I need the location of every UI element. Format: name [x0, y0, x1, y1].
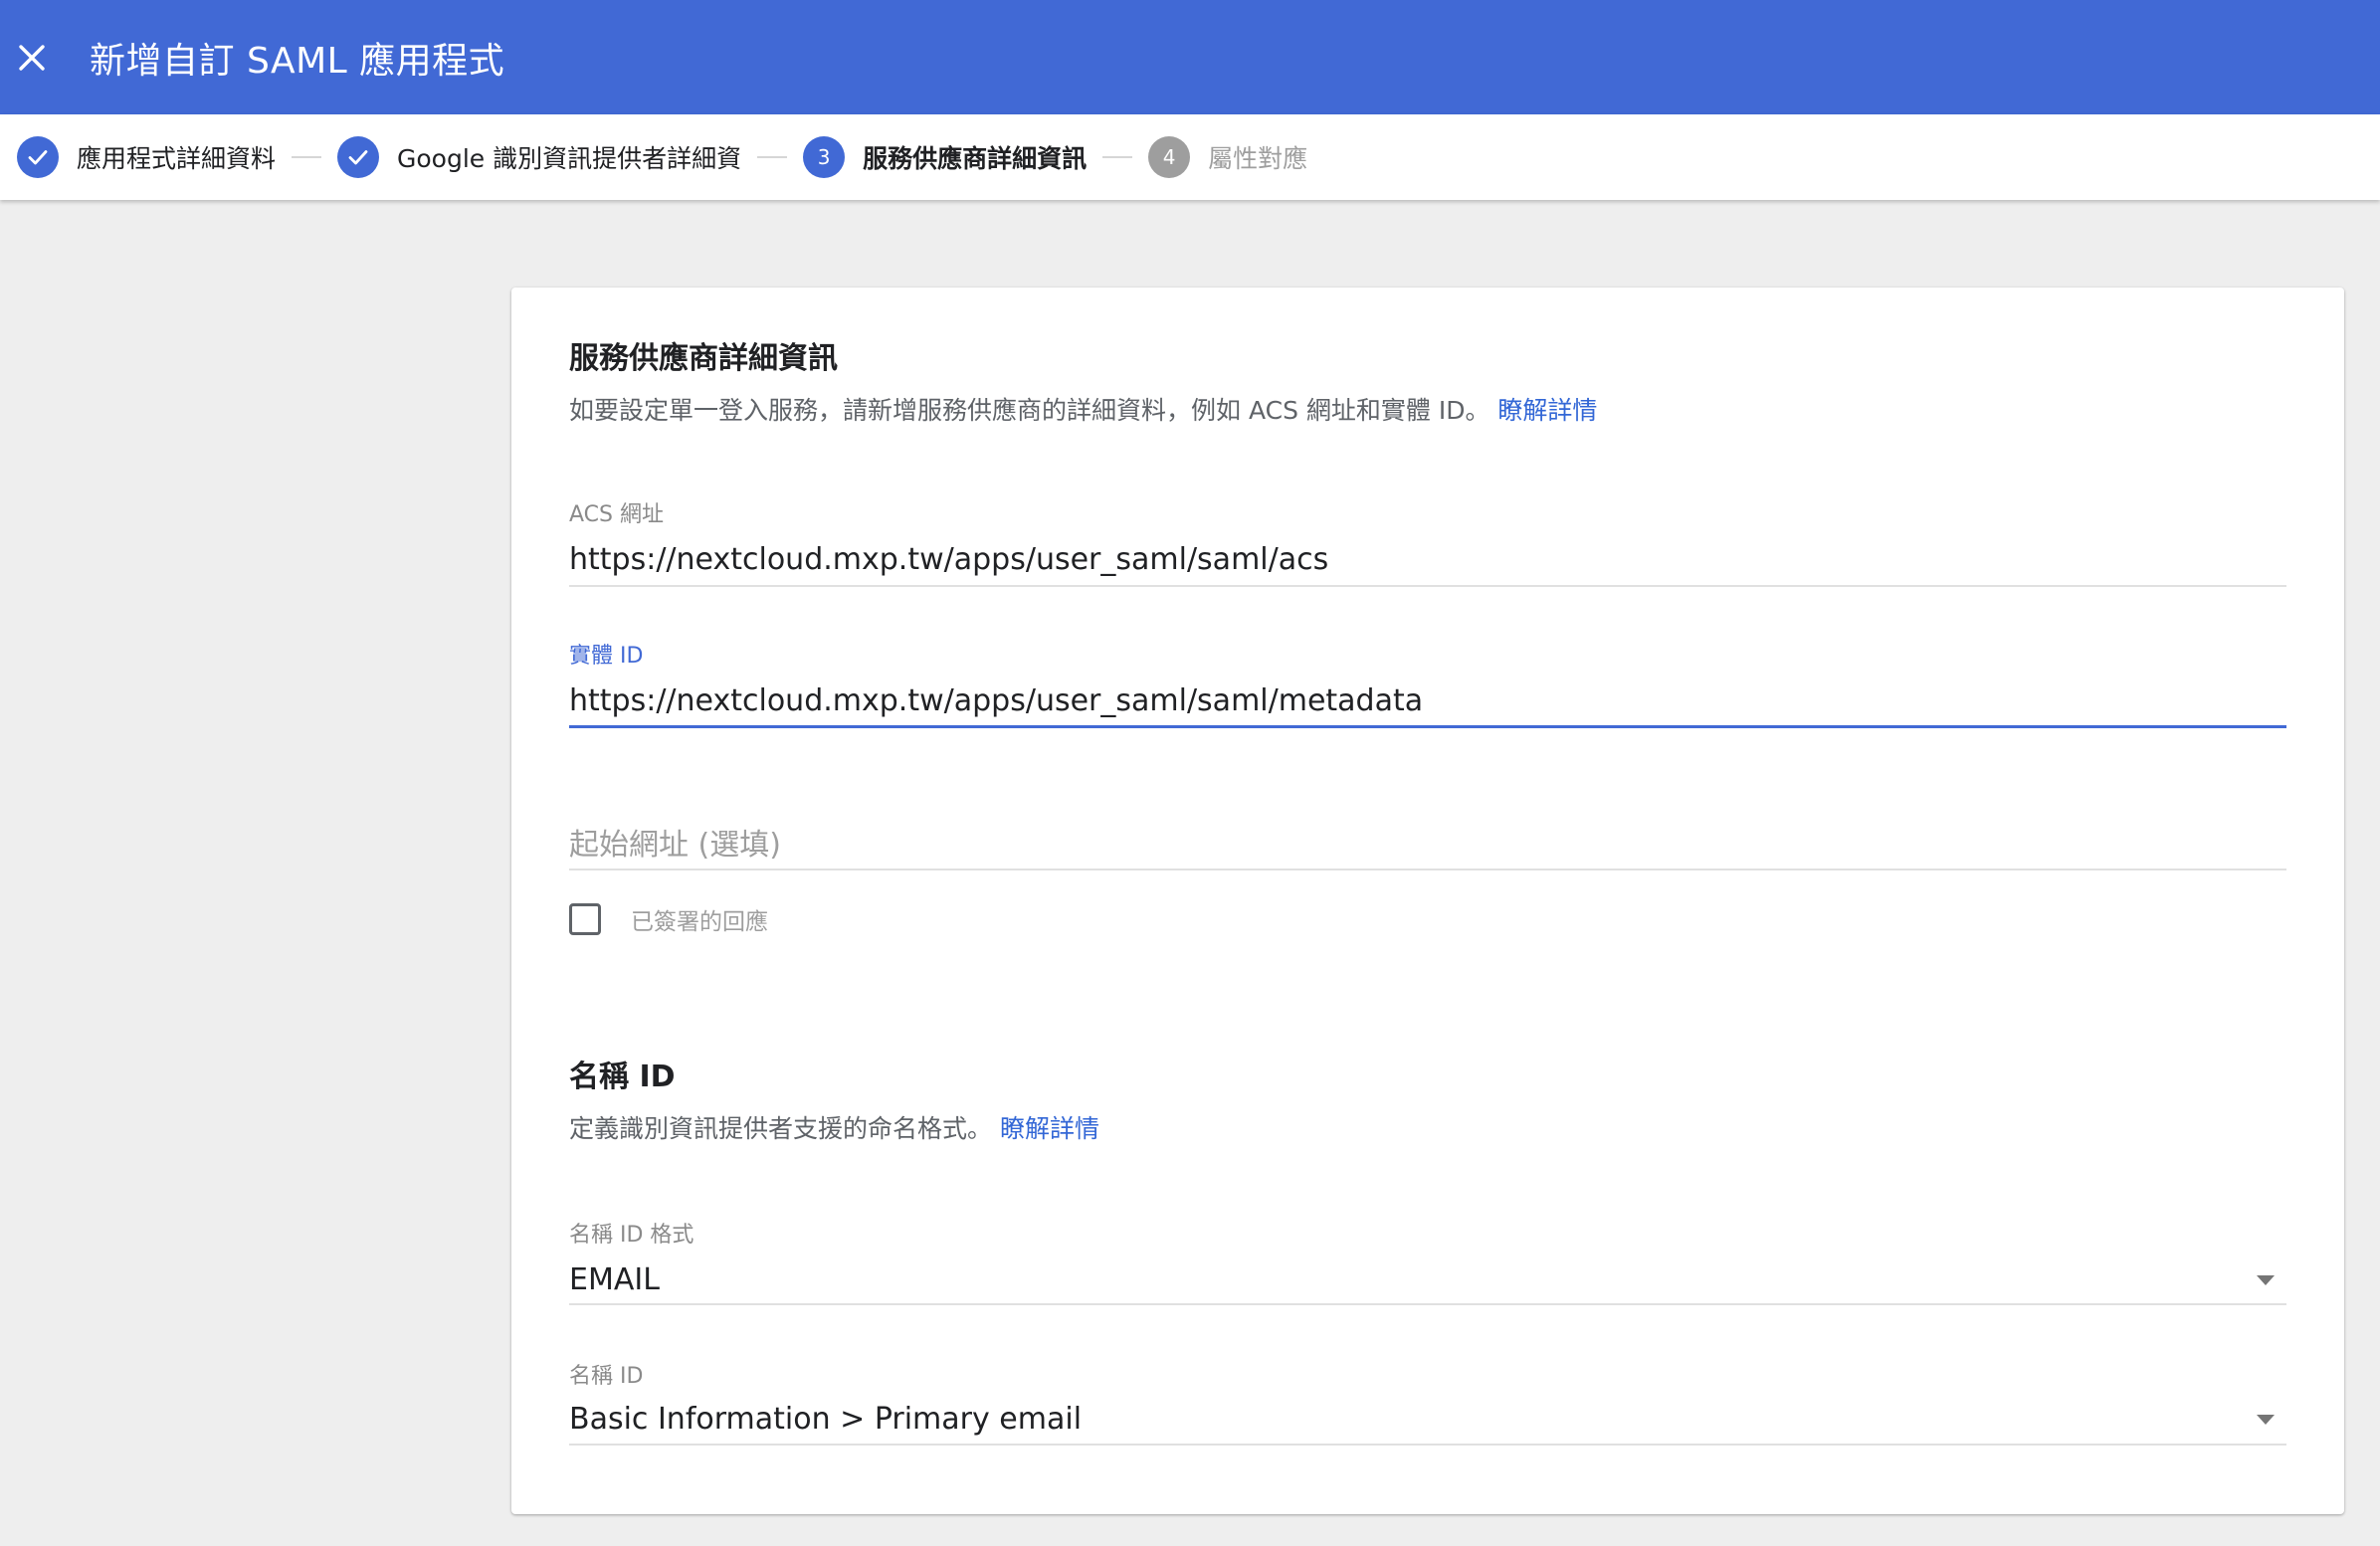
stepper: 應用程式詳細資料 Google 識別資訊提供者詳細資 3 服務供應商詳細資訊 4…	[0, 114, 2380, 200]
close-icon	[19, 44, 45, 71]
step-divider	[1102, 156, 1133, 158]
step-app-details[interactable]: 應用程式詳細資料	[17, 114, 276, 200]
acs-url-label: ACS 網址	[569, 502, 664, 527]
learn-more-link[interactable]: 瞭解詳情	[1497, 396, 1597, 425]
signed-response-checkbox[interactable]	[569, 903, 601, 935]
start-url-underline	[569, 869, 2286, 870]
step-label: 應用程式詳細資料	[77, 144, 277, 173]
step-label: Google 識別資訊提供者詳細資	[397, 144, 742, 173]
check-icon	[337, 136, 380, 178]
app-bar: 新增自訂 SAML 應用程式	[0, 0, 2380, 114]
name-id-select[interactable]: Basic Information > Primary email	[569, 1402, 2286, 1437]
name-id-value: Basic Information > Primary email	[569, 1402, 1083, 1437]
step-google-idp-details[interactable]: Google 識別資訊提供者詳細資	[337, 114, 741, 200]
description-text: 如要設定單一登入服務，請新增服務供應商的詳細資料，例如 ACS 網址和實體 ID…	[569, 396, 1490, 425]
entity-id-underline	[569, 725, 2286, 728]
name-id-format-underline	[569, 1303, 2286, 1305]
section-title-name-id: 名稱 ID	[569, 1060, 676, 1094]
step-service-provider-details[interactable]: 3 服務供應商詳細資訊	[803, 114, 1087, 200]
page-title: 新增自訂 SAML 應用程式	[90, 40, 505, 82]
name-id-format-label: 名稱 ID 格式	[569, 1223, 694, 1248]
name-id-format-value: EMAIL	[569, 1262, 660, 1297]
check-icon	[17, 136, 59, 178]
start-url-placeholder: 起始網址 (選填)	[569, 828, 781, 863]
description-text: 定義識別資訊提供者支援的命名格式。	[569, 1114, 993, 1143]
step-divider	[757, 156, 788, 158]
step-number: 4	[1148, 136, 1191, 178]
step-number: 3	[803, 136, 846, 178]
entity-id-label: 實體 ID	[569, 644, 644, 669]
acs-url-underline	[569, 585, 2286, 587]
section-title-service-provider: 服務供應商詳細資訊	[569, 341, 838, 376]
form-card: 服務供應商詳細資訊 如要設定單一登入服務，請新增服務供應商的詳細資料，例如 AC…	[511, 288, 2344, 1514]
name-id-description: 定義識別資訊提供者支援的命名格式。 瞭解詳情	[569, 1109, 2286, 1145]
close-button[interactable]	[0, 26, 64, 90]
dropdown-arrow-icon	[2257, 1274, 2275, 1285]
signed-response-row: 已簽署的回應	[569, 902, 2286, 936]
step-label: 屬性對應	[1208, 144, 1308, 173]
acs-url-input[interactable]: https://nextcloud.mxp.tw/apps/user_saml/…	[569, 542, 2286, 577]
entity-id-value: https://nextcloud.mxp.tw/apps/user_saml/…	[569, 683, 1424, 718]
start-url-input[interactable]: 起始網址 (選填)	[569, 820, 2286, 864]
signed-response-label: 已簽署的回應	[631, 909, 768, 935]
name-id-label: 名稱 ID	[569, 1364, 644, 1389]
learn-more-link[interactable]: 瞭解詳情	[1000, 1114, 1099, 1143]
step-label: 服務供應商詳細資訊	[863, 144, 1088, 173]
name-id-format-select[interactable]: EMAIL	[569, 1262, 2286, 1297]
name-id-underline	[569, 1444, 2286, 1446]
step-attribute-mapping[interactable]: 4 屬性對應	[1148, 114, 1307, 200]
step-divider	[292, 156, 322, 158]
dropdown-arrow-icon	[2257, 1414, 2275, 1425]
entity-id-input[interactable]: https://nextcloud.mxp.tw/apps/user_saml/…	[569, 683, 2286, 718]
acs-url-value: https://nextcloud.mxp.tw/apps/user_saml/…	[569, 542, 1329, 577]
section-description: 如要設定單一登入服務，請新增服務供應商的詳細資料，例如 ACS 網址和實體 ID…	[569, 391, 2286, 427]
